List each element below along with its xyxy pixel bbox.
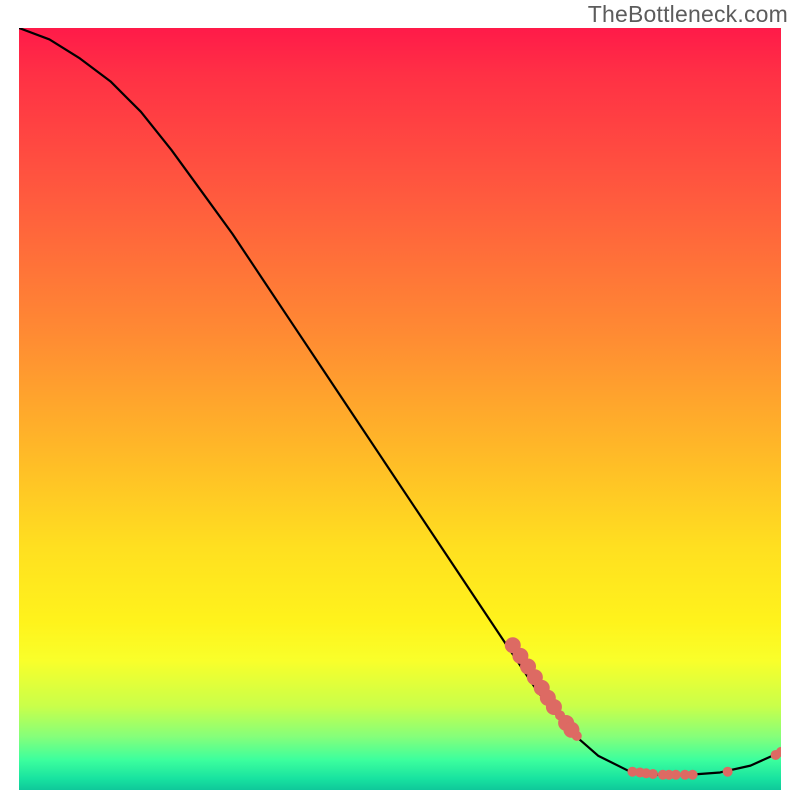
data-marker bbox=[671, 770, 681, 780]
data-marker bbox=[648, 769, 658, 779]
data-marker bbox=[572, 731, 582, 741]
chart-overlay-svg bbox=[19, 28, 781, 790]
main-curve bbox=[19, 28, 781, 775]
chart-area bbox=[19, 28, 781, 790]
data-marker bbox=[723, 767, 733, 777]
data-markers bbox=[505, 637, 781, 780]
watermark-text: TheBottleneck.com bbox=[588, 1, 788, 28]
data-marker bbox=[688, 770, 698, 780]
